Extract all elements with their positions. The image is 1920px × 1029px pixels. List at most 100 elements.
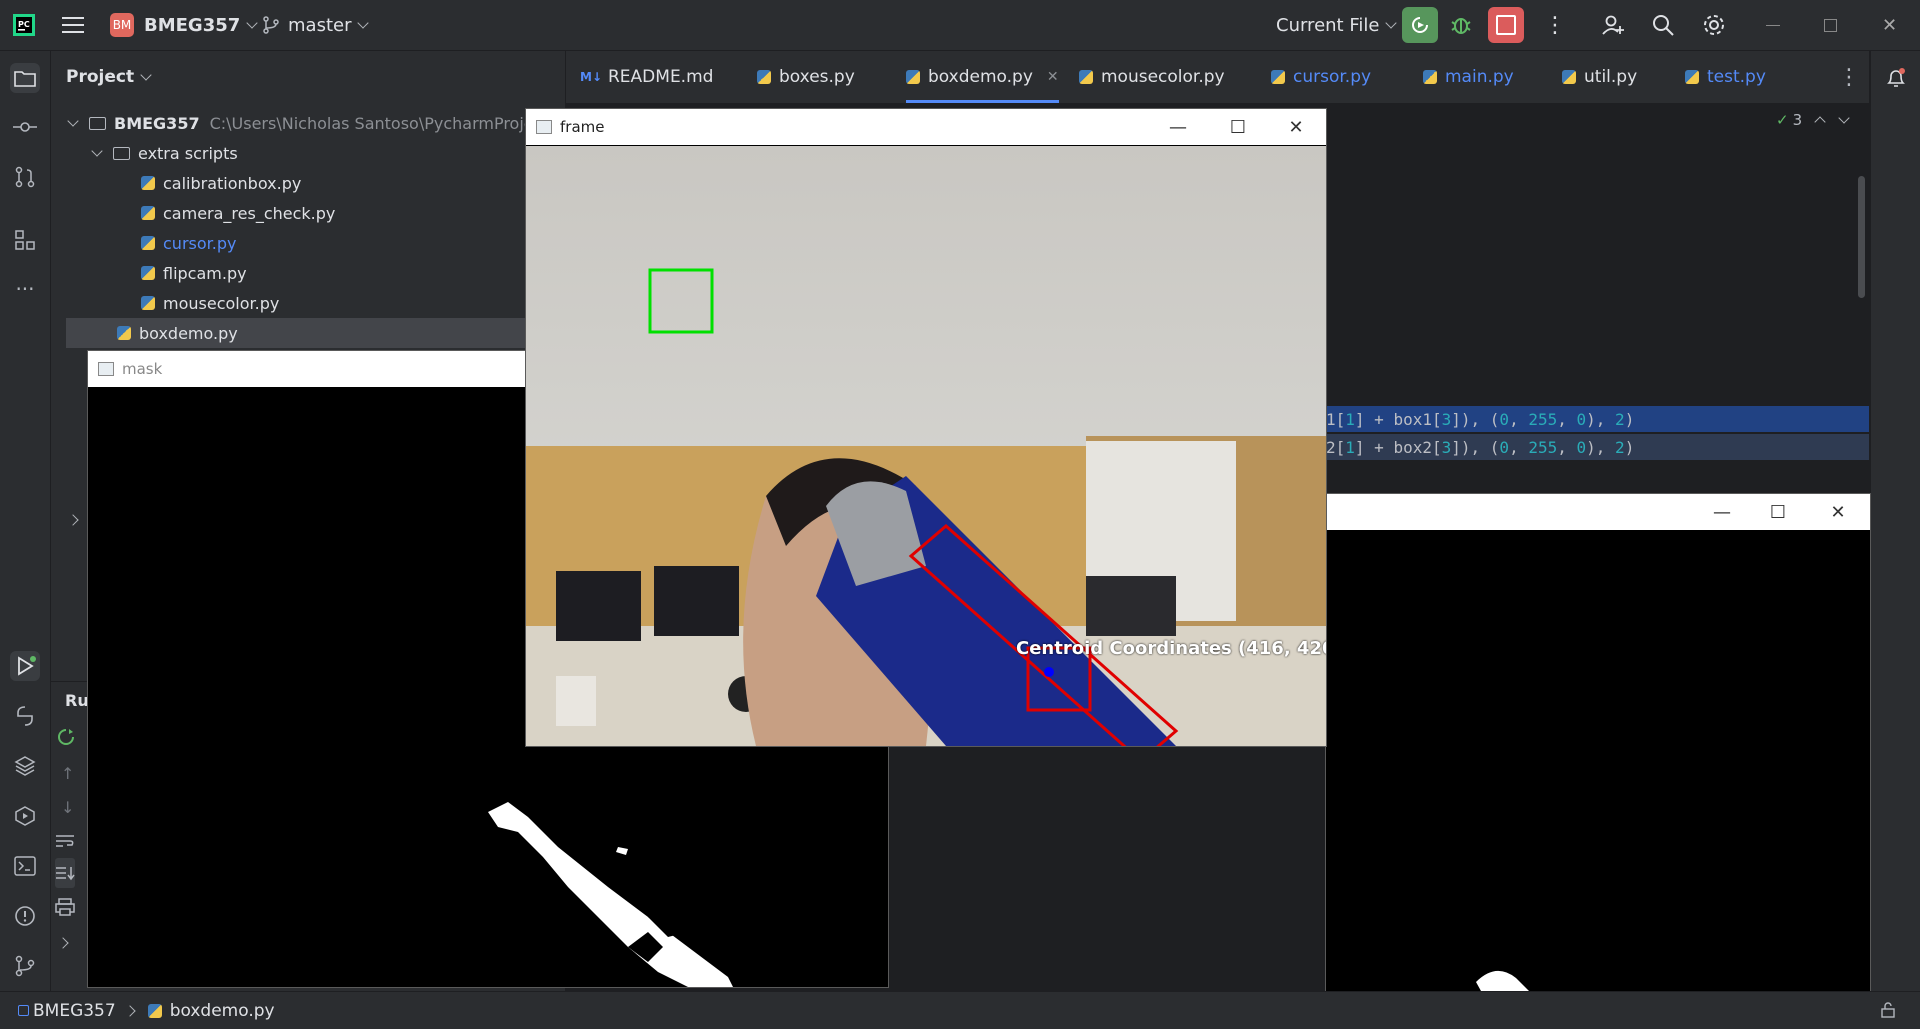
tab-mousecolor[interactable]: mousecolor.py xyxy=(1079,51,1225,103)
tree-file-row[interactable]: cursor.py xyxy=(141,228,236,258)
tab-boxes[interactable]: boxes.py xyxy=(757,51,855,103)
debug-button[interactable] xyxy=(1448,0,1474,50)
chevron-down-icon[interactable] xyxy=(1838,112,1850,124)
frame-window[interactable]: frame — ☐ ✕ Centroid Coordinates (416, 4… xyxy=(526,109,1326,746)
python-file-icon xyxy=(141,266,155,280)
python-file-icon xyxy=(141,176,155,190)
project-panel-header[interactable]: Project xyxy=(66,62,152,92)
project-folder-icon[interactable] xyxy=(10,63,40,93)
more-tools-icon[interactable]: ··· xyxy=(10,274,40,304)
python-file-icon xyxy=(1685,70,1699,84)
lock-icon[interactable] xyxy=(1880,1002,1896,1023)
gear-icon[interactable] xyxy=(1702,0,1726,50)
python-file-icon xyxy=(141,236,155,250)
git-icon[interactable] xyxy=(10,951,40,981)
more-actions-icon[interactable]: ⋮ xyxy=(1544,0,1566,50)
project-badge: BM xyxy=(110,13,134,37)
rerun-small-icon[interactable] xyxy=(57,722,75,752)
minimize-window-icon[interactable] xyxy=(1766,0,1780,50)
problems-icon[interactable] xyxy=(10,901,40,931)
maximize-icon[interactable]: ☐ xyxy=(1750,494,1806,530)
code-line: 1[1] + box1[3]), (0, 255, 0), 2) xyxy=(1326,409,1635,429)
tree-file-row[interactable]: calibrationbox.py xyxy=(141,168,301,198)
run-tool-icon[interactable] xyxy=(10,651,40,681)
commit-icon[interactable] xyxy=(10,112,40,142)
tab-options-icon[interactable]: ⋮ xyxy=(1838,51,1860,103)
editor-scrollbar[interactable] xyxy=(1858,176,1865,298)
stop-button[interactable] xyxy=(1488,0,1524,50)
scroll-to-end-icon[interactable] xyxy=(55,858,75,888)
tab-test[interactable]: test.py xyxy=(1685,51,1766,103)
structure-icon[interactable] xyxy=(10,225,40,255)
pycharm-logo-icon[interactable]: PC xyxy=(12,0,36,50)
breadcrumb-project[interactable]: BMEG357 xyxy=(33,1001,116,1021)
python-file-icon xyxy=(117,326,131,340)
tree-file-name: flipcam.py xyxy=(163,263,247,283)
close-window-icon[interactable]: ✕ xyxy=(1882,0,1897,50)
pull-requests-icon[interactable] xyxy=(10,162,40,192)
mask-window-right[interactable]: — ☐ ✕ xyxy=(1326,494,1870,1028)
chevron-down-icon xyxy=(91,145,103,157)
tool-window-strip: ··· xyxy=(0,51,51,991)
tab-label: util.py xyxy=(1584,67,1638,87)
python-file-icon xyxy=(906,70,920,84)
tab-label: README.md xyxy=(608,67,714,87)
arrow-up-icon[interactable]: ↑ xyxy=(61,758,74,788)
notifications-icon[interactable] xyxy=(1881,63,1911,93)
expand-icon[interactable] xyxy=(57,928,69,958)
python-file-icon xyxy=(141,206,155,220)
python-console-icon[interactable] xyxy=(10,701,40,731)
code-with-me-icon[interactable] xyxy=(1601,0,1625,50)
print-icon[interactable] xyxy=(55,892,75,922)
branch-name: master xyxy=(288,14,352,36)
tab-boxdemo-active[interactable]: boxdemo.py ✕ xyxy=(906,51,1059,103)
close-icon[interactable]: ✕ xyxy=(1810,494,1866,530)
chevron-up-icon[interactable] xyxy=(1814,116,1826,128)
branch-selector[interactable]: master xyxy=(262,0,370,50)
expand-icon[interactable] xyxy=(67,505,79,535)
tree-file-name: boxdemo.py xyxy=(139,323,238,343)
editor-tab-bar: M↓ README.md boxes.py boxdemo.py ✕ mouse… xyxy=(566,51,1869,104)
terminal-icon[interactable] xyxy=(10,851,40,881)
window-titlebar[interactable]: — ☐ ✕ xyxy=(1326,494,1870,530)
tree-file-row-selected[interactable]: boxdemo.py xyxy=(66,318,565,348)
tree-file-row[interactable]: camera_res_check.py xyxy=(141,198,335,228)
breadcrumb-file[interactable]: boxdemo.py xyxy=(170,1001,275,1021)
module-icon xyxy=(18,1005,29,1016)
restore-window-icon[interactable] xyxy=(1824,0,1837,50)
arrow-down-icon[interactable]: ↓ xyxy=(61,792,74,822)
tree-file-row[interactable]: flipcam.py xyxy=(141,258,247,288)
close-tab-icon[interactable]: ✕ xyxy=(1047,69,1059,85)
close-icon[interactable]: ✕ xyxy=(1268,109,1324,145)
project-selector[interactable]: BM BMEG357 xyxy=(110,0,258,50)
tab-util[interactable]: util.py xyxy=(1562,51,1637,103)
search-icon[interactable] xyxy=(1652,0,1674,50)
minimize-icon[interactable]: — xyxy=(1694,494,1750,530)
tree-root-row[interactable]: BMEG357 C:\Users\Nicholas Santoso\Pychar… xyxy=(67,108,534,138)
tree-root-name: BMEG357 xyxy=(114,113,200,133)
python-packages-icon[interactable] xyxy=(10,751,40,781)
tab-label: boxdemo.py xyxy=(928,67,1033,87)
rerun-button[interactable] xyxy=(1402,0,1438,50)
tab-main[interactable]: main.py xyxy=(1423,51,1514,103)
run-config-selector[interactable]: Current File xyxy=(1276,0,1398,50)
project-panel-title: Project xyxy=(66,67,135,87)
tree-file-row[interactable]: mousecolor.py xyxy=(141,288,279,318)
markdown-icon: M↓ xyxy=(580,70,602,84)
tab-readme[interactable]: M↓ README.md xyxy=(580,51,713,103)
tree-file-name: calibrationbox.py xyxy=(163,173,302,193)
python-file-icon xyxy=(1271,70,1285,84)
services-icon[interactable] xyxy=(10,801,40,831)
maximize-icon[interactable]: ☐ xyxy=(1210,109,1266,145)
main-menu-icon[interactable] xyxy=(62,0,84,50)
tab-cursor[interactable]: cursor.py xyxy=(1271,51,1371,103)
inspection-widget[interactable]: ✓ 3 xyxy=(1776,108,1850,132)
tree-folder-row[interactable]: extra scripts xyxy=(91,138,238,168)
window-titlebar[interactable]: frame — ☐ ✕ xyxy=(526,109,1326,145)
tab-label: boxes.py xyxy=(779,67,855,87)
minimize-icon[interactable]: — xyxy=(1150,109,1206,145)
stop-icon xyxy=(1488,7,1524,43)
folder-icon xyxy=(113,146,130,160)
tree-file-name: mousecolor.py xyxy=(163,293,280,313)
soft-wrap-icon[interactable] xyxy=(55,826,75,856)
